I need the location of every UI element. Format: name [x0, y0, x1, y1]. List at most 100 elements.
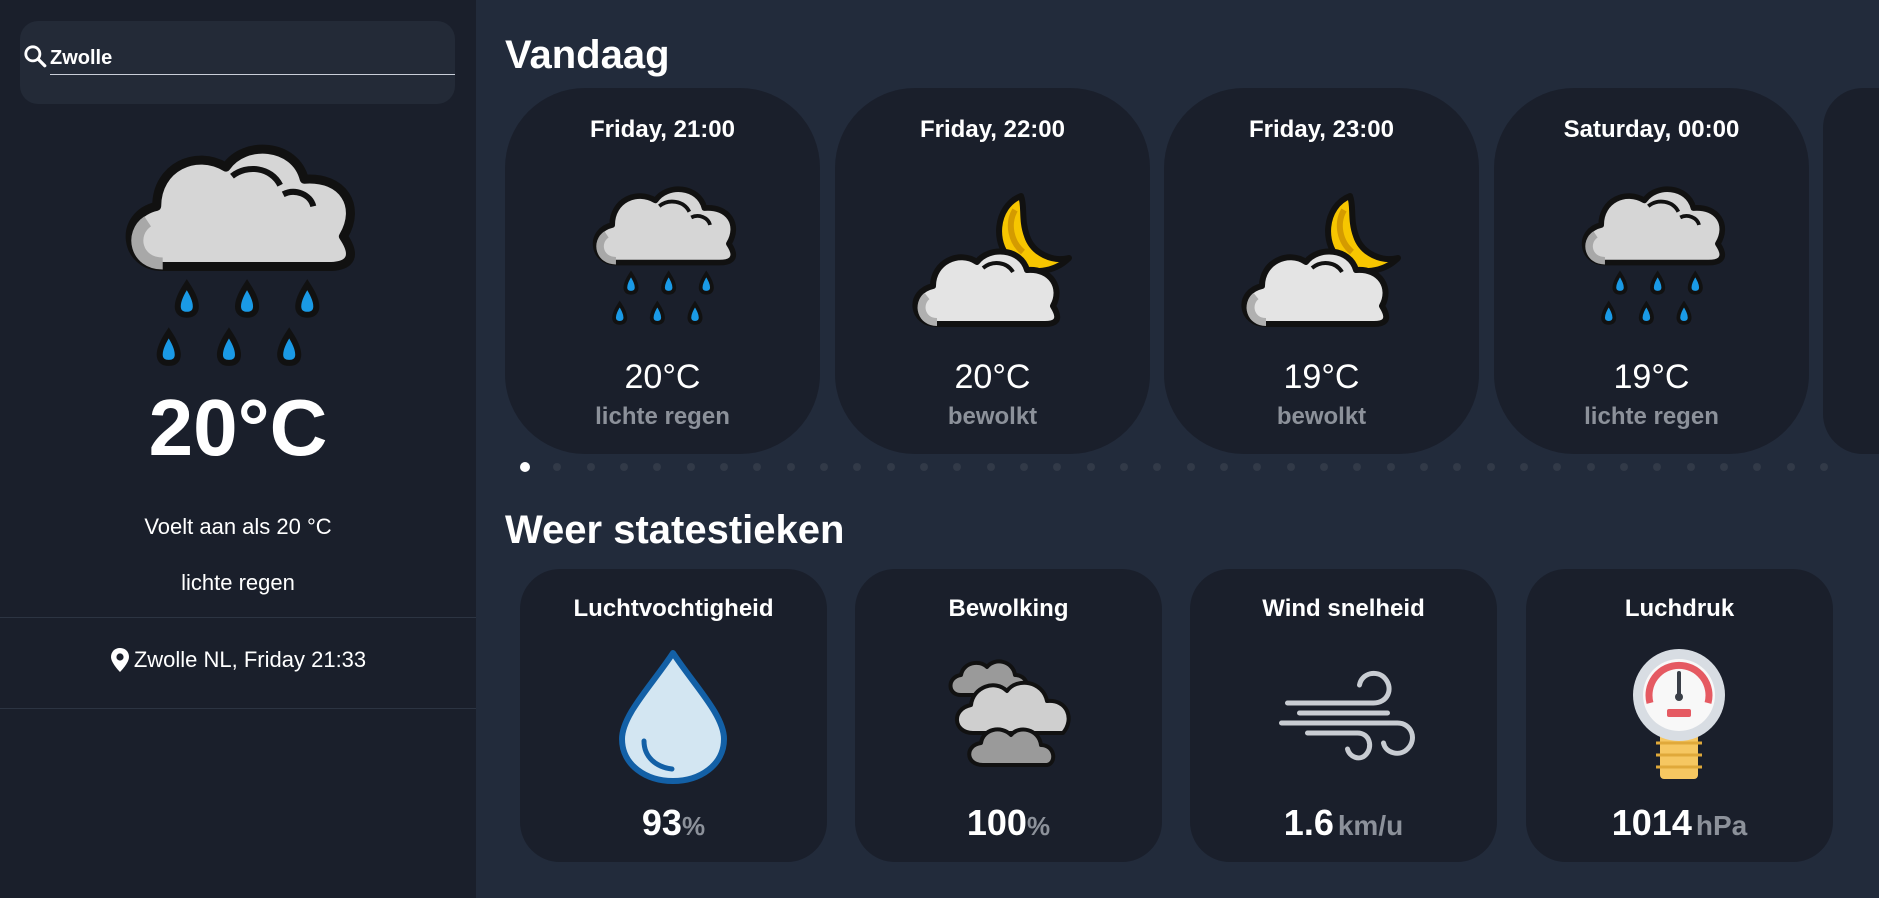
pagination-dot[interactable]	[1420, 463, 1428, 471]
pagination-dot[interactable]	[1187, 463, 1195, 471]
pagination-dot[interactable]	[1653, 463, 1661, 471]
humidity-card: Luchtvochtigheid 93%	[520, 569, 827, 862]
pagination-dot[interactable]	[1753, 463, 1761, 471]
pagination-dot[interactable]	[1053, 463, 1061, 471]
stat-label: Bewolking	[948, 595, 1069, 622]
pagination-dot[interactable]	[1220, 463, 1228, 471]
pagination-dot[interactable]	[1587, 463, 1595, 471]
pagination-dot[interactable]	[1087, 463, 1095, 471]
cloud-moon-icon	[1232, 176, 1412, 336]
current-temperature: 20°C	[148, 383, 328, 472]
forecast-temp: 20°C	[954, 358, 1031, 396]
stat-label: Luchdruk	[1624, 595, 1735, 622]
pagination-dot[interactable]	[1520, 463, 1528, 471]
pagination-dot[interactable]	[887, 463, 895, 471]
pagination-dot[interactable]	[1253, 463, 1261, 471]
stats-title: Weer statestieken	[505, 508, 845, 552]
location-text: Zwolle NL, Friday 21:33	[133, 647, 367, 672]
carousel-pagination	[520, 460, 1840, 474]
forecast-card[interactable]: Friday, 23:00 19°C bewolkt	[1164, 88, 1479, 454]
stat-value-line: 93%	[520, 801, 827, 853]
location-pin-icon	[110, 648, 129, 672]
pagination-dot[interactable]	[1120, 463, 1128, 471]
forecast-description: lichte regen	[1584, 403, 1719, 430]
cloudiness-card: Bewolking 100%	[855, 569, 1162, 862]
pagination-dot[interactable]	[1687, 463, 1695, 471]
stat-value: 1.6	[1283, 802, 1334, 843]
pagination-dot-active[interactable]	[520, 462, 530, 472]
forecast-description: bewolkt	[1276, 403, 1367, 430]
pagination-dot[interactable]	[553, 463, 561, 471]
forecast-description: lichte regen	[595, 403, 730, 430]
wind-icon	[1279, 670, 1415, 761]
pressure-gauge-icon	[1633, 649, 1725, 779]
pagination-dot[interactable]	[753, 463, 761, 471]
stat-value-line: 1014 hPa	[1526, 801, 1833, 853]
pagination-dot[interactable]	[620, 463, 628, 471]
forecast-temp: 19°C	[1613, 358, 1690, 396]
pagination-dot[interactable]	[587, 463, 595, 471]
sidebar: 20°C Voelt aan als 20 °C lichte regen Zw…	[0, 0, 476, 898]
search-icon[interactable]	[22, 43, 48, 69]
forecast-time: Saturday, 00:00	[1563, 116, 1740, 143]
pagination-dot[interactable]	[653, 463, 661, 471]
cloud-moon-icon	[903, 176, 1083, 336]
pagination-dot[interactable]	[920, 463, 928, 471]
pagination-dot[interactable]	[987, 463, 995, 471]
search-box	[20, 21, 455, 104]
forecast-card[interactable]: Friday, 21:00 20°C lichte regen	[505, 88, 820, 454]
stat-value: 100	[966, 802, 1027, 843]
pagination-dot[interactable]	[720, 463, 728, 471]
rain-cloud-icon	[573, 176, 753, 336]
stat-value-line: 100%	[855, 801, 1162, 853]
feels-like-text: Voelt aan als 20 °C	[144, 514, 332, 539]
air-pressure-card: Luchdruk 1014 hPa	[1526, 569, 1833, 862]
current-description: lichte regen	[181, 570, 295, 595]
forecast-card[interactable]: Friday, 22:00 20°C bewolkt	[835, 88, 1150, 454]
divider	[0, 617, 476, 618]
stat-value: 93	[641, 802, 682, 843]
today-title: Vandaag	[505, 33, 670, 77]
pagination-dot[interactable]	[1453, 463, 1461, 471]
stat-unit: km/u	[1337, 810, 1404, 841]
pagination-dot[interactable]	[1720, 463, 1728, 471]
forecast-card[interactable]: Saturday, 00:00 19°C lichte regen	[1494, 88, 1809, 454]
location-line: Zwolle NL, Friday 21:33	[0, 645, 476, 675]
pagination-dot[interactable]	[1353, 463, 1361, 471]
stat-unit: %	[1026, 811, 1051, 841]
pagination-dot[interactable]	[1553, 463, 1561, 471]
pagination-dot[interactable]	[820, 463, 828, 471]
pagination-dot[interactable]	[1153, 463, 1161, 471]
stat-unit: %	[681, 811, 706, 841]
forecast-temp: 19°C	[1283, 358, 1360, 396]
rain-cloud-icon	[98, 128, 378, 384]
pagination-dot[interactable]	[1787, 463, 1795, 471]
pagination-dot[interactable]	[1287, 463, 1295, 471]
forecast-description: bewolkt	[947, 403, 1038, 430]
search-input[interactable]	[50, 39, 455, 75]
wind-speed-card: Wind snelheid 1.6 km/u	[1190, 569, 1497, 862]
pagination-dot[interactable]	[787, 463, 795, 471]
pagination-dot[interactable]	[1387, 463, 1395, 471]
pagination-dot[interactable]	[1820, 463, 1828, 471]
pagination-dot[interactable]	[953, 463, 961, 471]
rain-cloud-icon	[1562, 176, 1742, 336]
stat-label: Wind snelheid	[1262, 595, 1425, 622]
stat-label: Luchtvochtigheid	[573, 595, 774, 622]
pagination-dot[interactable]	[1620, 463, 1628, 471]
forecast-carousel[interactable]: Friday, 21:00 20°C lichte regen Friday, …	[505, 88, 1879, 454]
forecast-time: Friday, 22:00	[920, 116, 1065, 143]
stat-unit: hPa	[1695, 810, 1748, 841]
water-drop-icon	[619, 650, 727, 784]
pagination-dot[interactable]	[1020, 463, 1028, 471]
clouds-icon	[943, 645, 1073, 785]
forecast-time: Friday, 21:00	[590, 116, 735, 143]
pagination-dot[interactable]	[1320, 463, 1328, 471]
stat-value-line: 1.6 km/u	[1190, 801, 1497, 853]
pagination-dot[interactable]	[853, 463, 861, 471]
pagination-dot[interactable]	[1487, 463, 1495, 471]
pagination-dot[interactable]	[687, 463, 695, 471]
forecast-time: Friday, 23:00	[1249, 116, 1394, 143]
forecast-card-partial[interactable]	[1823, 88, 1879, 454]
forecast-temp: 20°C	[624, 358, 701, 396]
